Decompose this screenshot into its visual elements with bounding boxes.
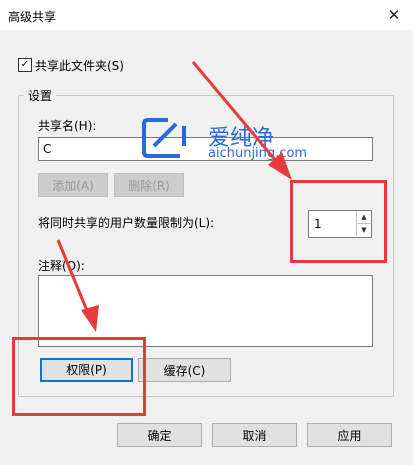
- arrow-to-permissions-head: [81, 305, 99, 332]
- annotation-arrows: [56, 61, 292, 332]
- arrow-to-limit: [191, 61, 284, 169]
- arrow-to-permissions: [56, 239, 92, 319]
